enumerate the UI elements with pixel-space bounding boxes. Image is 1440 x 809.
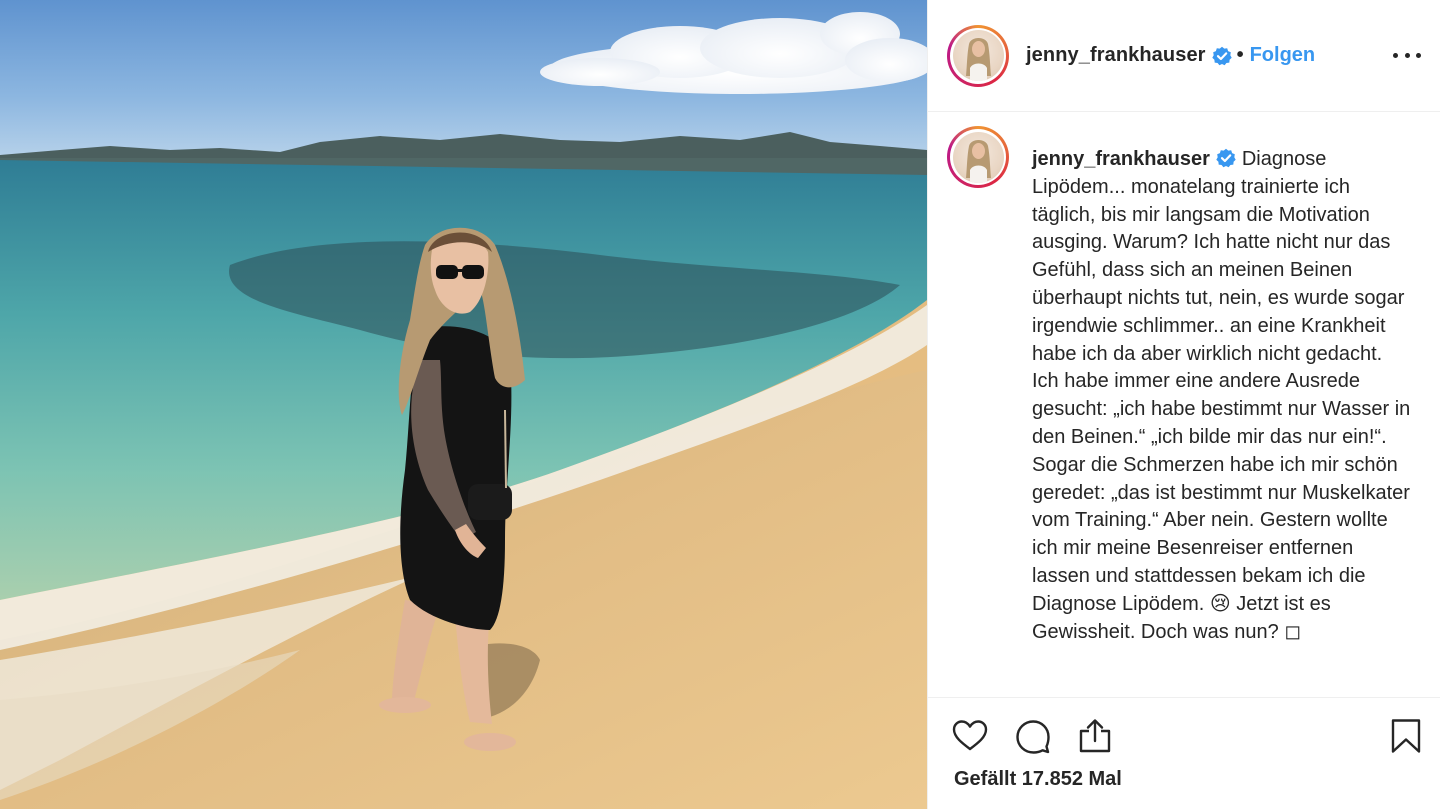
more-dot: [1404, 52, 1410, 58]
more-dot: [1416, 52, 1421, 58]
avatar-frame: [950, 27, 1006, 84]
post-actions: Gefällt 17.852 Mal: [928, 697, 1440, 809]
follow-button[interactable]: Folgen: [1250, 44, 1316, 67]
header-separator: •: [1236, 44, 1244, 66]
avatar-image: [952, 131, 1004, 183]
avatar-image: [952, 30, 1004, 81]
verified-badge-icon: [1216, 148, 1236, 168]
caption-area: jenny_frankhauser Diagnose Lipödem... mon…: [928, 112, 1440, 696]
beach-photo-illustration: [0, 0, 927, 809]
comment-icon[interactable]: [1013, 716, 1053, 756]
post-header: jenny_frankhauser • Folgen: [928, 0, 1440, 112]
more-options-icon[interactable]: [1393, 40, 1421, 70]
header-username[interactable]: jenny_frankhauser: [1026, 44, 1206, 67]
post-side-panel: jenny_frankhauser • Folgen jenny_frankha…: [927, 0, 1440, 809]
avatar-frame: [950, 129, 1006, 185]
caption-avatar[interactable]: [947, 126, 1009, 188]
caption-username[interactable]: jenny_frankhauser: [1032, 148, 1210, 170]
post-photo[interactable]: [0, 0, 927, 809]
verified-badge-icon: [1211, 46, 1232, 65]
caption-text: jenny_frankhauser Diagnose Lipödem... mon…: [1032, 146, 1412, 646]
heart-icon[interactable]: [950, 716, 990, 756]
avatar[interactable]: [947, 24, 1009, 87]
bookmark-icon[interactable]: [1386, 716, 1426, 756]
more-dot: [1393, 52, 1398, 58]
caption-body: Diagnose Lipödem... monatelang trainiert…: [1032, 148, 1416, 643]
likes-count[interactable]: Gefällt 17.852 Mal: [954, 768, 1122, 791]
share-icon[interactable]: [1075, 716, 1115, 756]
